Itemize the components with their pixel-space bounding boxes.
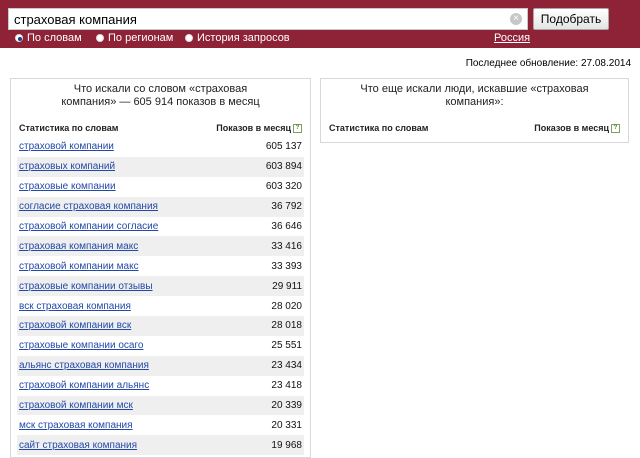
keyword-link[interactable]: страховая компания макс (19, 241, 138, 252)
table-row: страховой компании макс 33 393 (17, 256, 304, 277)
count-value: 36 792 (271, 201, 302, 213)
keyword-link[interactable]: страховой компании вск (19, 320, 131, 331)
count-value: 23 434 (271, 360, 302, 372)
radio-icon (15, 34, 23, 42)
col-keyword-header: Статистика по словам (19, 123, 119, 133)
search-input[interactable] (14, 11, 504, 27)
search-box[interactable]: × (8, 8, 528, 30)
keyword-link[interactable]: страховые компании отзывы (19, 281, 153, 292)
mode-label: По словам (27, 32, 82, 44)
table-row: сайт страховая компания 19 968 (17, 435, 304, 456)
mode-query-history[interactable]: История запросов (185, 32, 290, 44)
region-link[interactable]: Россия (494, 32, 530, 44)
count-value: 23 418 (271, 380, 302, 392)
left-panel: Что искали со словом «страховая компания… (10, 78, 311, 458)
help-icon[interactable]: ? (611, 124, 620, 134)
count-value: 33 416 (271, 240, 302, 252)
count-value: 605 137 (265, 141, 302, 153)
table-row: страховой компании согласие 36 646 (17, 216, 304, 237)
mode-by-words[interactable]: По словам (15, 32, 82, 44)
search-button[interactable]: Подобрать (533, 8, 609, 30)
panel-title-line: компания»: (445, 96, 504, 108)
radio-icon (185, 34, 193, 42)
clear-icon[interactable]: × (510, 13, 522, 25)
keyword-link[interactable]: страховой компании согласие (19, 221, 158, 232)
panel-title: Что еще искали люди, искавшие «страховая… (321, 79, 628, 115)
table-row: мск страховая компания 20 331 (17, 415, 304, 436)
count-value: 19 968 (271, 439, 302, 451)
keyword-link[interactable]: страховой компании (19, 141, 114, 152)
count-value: 20 331 (271, 419, 302, 431)
mode-label: По регионам (108, 32, 174, 44)
count-value: 28 018 (271, 320, 302, 332)
mode-by-regions[interactable]: По регионам (96, 32, 173, 44)
col-count-header: Показов в месяц? (216, 122, 302, 134)
right-panel: Что еще искали люди, искавшие «страховая… (320, 78, 629, 143)
table-row: страховых компаний 603 894 (17, 156, 304, 177)
count-value: 25 551 (271, 340, 302, 352)
mode-label: История запросов (197, 32, 290, 44)
count-value: 20 339 (271, 400, 302, 412)
table-row: страховой компании 605 137 (17, 137, 304, 157)
count-value: 603 320 (265, 181, 302, 193)
keyword-link[interactable]: вск страховая компания (19, 301, 131, 312)
table-row: страховые компании отзывы 29 911 (17, 276, 304, 297)
keyword-link[interactable]: страховой компании мск (19, 400, 133, 411)
table-row: вск страховая компания 28 020 (17, 296, 304, 317)
keyword-link[interactable]: страховых компаний (19, 161, 115, 172)
col-count-label: Показов в месяц (216, 122, 291, 133)
keyword-link[interactable]: страховые компании осаго (19, 340, 143, 351)
table-row: страховой компании вск 28 018 (17, 316, 304, 336)
keyword-list: страховой компании 605 137 страховых комп… (17, 137, 304, 456)
last-update-text: Последнее обновление: 27.08.2014 (465, 58, 631, 69)
table-row: страховая компания макс 33 416 (17, 236, 304, 257)
count-value: 603 894 (265, 161, 302, 173)
keyword-link[interactable]: страховые компании (19, 181, 116, 192)
keyword-link[interactable]: страховой компании макс (19, 261, 139, 272)
keyword-link[interactable]: согласие страховая компания (19, 201, 158, 212)
top-bar: × Подобрать По словам По регионам Истори… (0, 0, 640, 48)
count-value: 29 911 (272, 280, 302, 292)
radio-icon (96, 34, 104, 42)
keyword-link[interactable]: мск страховая компания (19, 420, 133, 431)
table-row: страховые компании осаго 25 551 (17, 335, 304, 356)
count-value: 33 393 (271, 260, 302, 272)
table-row: согласие страховая компания 36 792 (17, 196, 304, 217)
keyword-link[interactable]: страховой компании альянс (19, 380, 149, 391)
col-count-label: Показов в месяц (534, 122, 609, 133)
count-value: 36 646 (271, 221, 302, 232)
keyword-link[interactable]: сайт страховая компания (19, 440, 137, 451)
table-row: альянс страховая компания 23 434 (17, 355, 304, 376)
help-icon[interactable]: ? (293, 124, 302, 134)
table-row: страховые компании 603 320 (17, 176, 304, 197)
panel-title: Что искали со словом «страховая компания… (11, 79, 310, 115)
panel-title-line: Что искали со словом «страховая (73, 83, 248, 95)
table-row: страховой компании мск 20 339 (17, 395, 304, 416)
count-value: 28 020 (271, 300, 302, 312)
table-row: страховой компании альянс 23 418 (17, 375, 304, 396)
col-count-header: Показов в месяц? (534, 122, 620, 134)
column-header: Статистика по словам Показов в месяц? (19, 121, 302, 135)
panel-title-line: Что еще искали люди, искавшие «страховая (360, 83, 589, 95)
panel-title-line: компания» — 605 914 показов в месяц (61, 96, 260, 108)
keyword-link[interactable]: альянс страховая компания (19, 360, 149, 371)
column-header: Статистика по словам Показов в месяц? (329, 121, 620, 135)
col-keyword-header: Статистика по словам (329, 123, 429, 133)
